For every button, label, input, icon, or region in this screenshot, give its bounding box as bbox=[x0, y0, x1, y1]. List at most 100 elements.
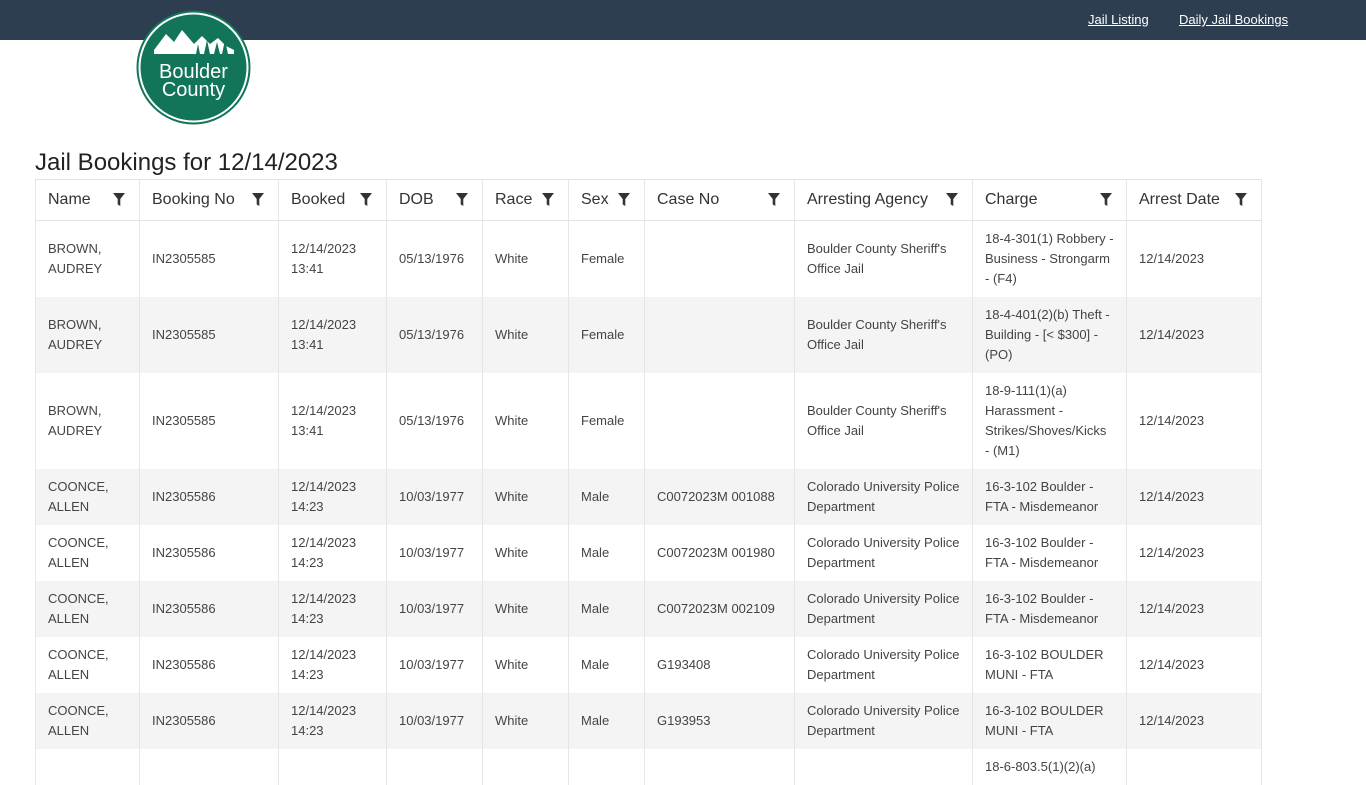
cell-arresting-agency: Boulder County Sheriff's Office Jail bbox=[794, 373, 973, 469]
column-header-charge[interactable]: Charge bbox=[972, 179, 1127, 221]
cell-booking-no bbox=[139, 749, 279, 785]
cell-booking-no: IN2305585 bbox=[139, 297, 279, 373]
cell-booked bbox=[278, 749, 387, 785]
column-header-label: Booked bbox=[291, 191, 346, 208]
cell-dob: 10/03/1977 bbox=[386, 637, 483, 693]
column-header-arrest-date[interactable]: Arrest Date bbox=[1126, 179, 1262, 221]
cell-booking-no: IN2305585 bbox=[139, 220, 279, 297]
filter-icon[interactable] bbox=[113, 193, 125, 207]
column-header-race[interactable]: Race bbox=[482, 179, 569, 221]
cell-sex bbox=[568, 749, 645, 785]
cell-booked: 12/14/2023 13:41 bbox=[278, 220, 387, 297]
cell-sex: Female bbox=[568, 220, 645, 297]
cell-dob: 10/03/1977 bbox=[386, 581, 483, 637]
cell-charge: 18-6-803.5(1)(2)(a) bbox=[972, 749, 1127, 785]
cell-race bbox=[482, 749, 569, 785]
cell-case-no bbox=[644, 220, 795, 297]
column-header-label: Race bbox=[495, 191, 533, 208]
column-header-label: Arresting Agency bbox=[807, 191, 928, 208]
column-header-booked[interactable]: Booked bbox=[278, 179, 387, 221]
column-header-label: Arrest Date bbox=[1139, 191, 1220, 208]
cell-case-no bbox=[644, 297, 795, 373]
filter-icon[interactable] bbox=[252, 193, 264, 207]
cell-race: White bbox=[482, 373, 569, 469]
column-header-label: Sex bbox=[581, 191, 609, 208]
cell-arrest-date: 12/14/2023 bbox=[1126, 637, 1262, 693]
cell-charge: 16-3-102 Boulder - FTA - Misdemeanor bbox=[972, 469, 1127, 525]
cell-case-no: C0072023M 001088 bbox=[644, 469, 795, 525]
cell-arresting-agency: Colorado University Police Department bbox=[794, 581, 973, 637]
cell-dob: 05/13/1976 bbox=[386, 220, 483, 297]
column-header-booking-no[interactable]: Booking No bbox=[139, 179, 279, 221]
cell-case-no: C0072023M 001980 bbox=[644, 525, 795, 581]
cell-name: COONCE, ALLEN bbox=[35, 637, 140, 693]
column-header-label: Charge bbox=[985, 191, 1038, 208]
cell-charge: 18-4-401(2)(b) Theft - Building - [< $30… bbox=[972, 297, 1127, 373]
column-header-label: Case No bbox=[657, 191, 720, 208]
cell-race: White bbox=[482, 469, 569, 525]
cell-sex: Male bbox=[568, 637, 645, 693]
cell-charge: 18-4-301(1) Robbery - Business - Stronga… bbox=[972, 220, 1127, 297]
cell-dob: 05/13/1976 bbox=[386, 373, 483, 469]
column-header-label: Booking No bbox=[152, 191, 235, 208]
column-header-arresting-agency[interactable]: Arresting Agency bbox=[794, 179, 973, 221]
cell-dob: 10/03/1977 bbox=[386, 469, 483, 525]
cell-charge: 16-3-102 BOULDER MUNI - FTA bbox=[972, 693, 1127, 749]
cell-name: COONCE, ALLEN bbox=[35, 693, 140, 749]
cell-arrest-date: 12/14/2023 bbox=[1126, 220, 1262, 297]
cell-booking-no: IN2305586 bbox=[139, 469, 279, 525]
table-header-row: Name Booking No Booked DOB Race Sex Case No Arr… bbox=[35, 179, 1262, 221]
cell-race: White bbox=[482, 297, 569, 373]
column-header-case-no[interactable]: Case No bbox=[644, 179, 795, 221]
cell-case-no: C0072023M 002109 bbox=[644, 581, 795, 637]
table-row: COONCE, ALLEN IN2305586 12/14/2023 14:23 10… bbox=[35, 525, 1262, 581]
cell-race: White bbox=[482, 581, 569, 637]
daily-jail-bookings-link[interactable]: Daily Jail Bookings bbox=[1179, 12, 1288, 27]
column-header-name[interactable]: Name bbox=[35, 179, 140, 221]
filter-icon[interactable] bbox=[1100, 193, 1112, 207]
cell-arresting-agency bbox=[794, 749, 973, 785]
cell-arrest-date: 12/14/2023 bbox=[1126, 297, 1262, 373]
cell-dob: 05/13/1976 bbox=[386, 297, 483, 373]
filter-icon[interactable] bbox=[542, 193, 554, 207]
jail-listing-link[interactable]: Jail Listing bbox=[1088, 12, 1149, 27]
cell-booked: 12/14/2023 14:23 bbox=[278, 525, 387, 581]
boulder-county-logo[interactable]: Boulder County bbox=[136, 10, 251, 125]
cell-race: White bbox=[482, 637, 569, 693]
cell-sex: Male bbox=[568, 469, 645, 525]
filter-icon[interactable] bbox=[360, 193, 372, 207]
cell-sex: Female bbox=[568, 297, 645, 373]
cell-booked: 12/14/2023 14:23 bbox=[278, 637, 387, 693]
cell-booking-no: IN2305586 bbox=[139, 637, 279, 693]
cell-race: White bbox=[482, 693, 569, 749]
cell-name: BROWN, AUDREY bbox=[35, 220, 140, 297]
table-row: BROWN, AUDREY IN2305585 12/14/2023 13:41 05… bbox=[35, 373, 1262, 469]
cell-arrest-date bbox=[1126, 749, 1262, 785]
filter-icon[interactable] bbox=[768, 193, 780, 207]
cell-booked: 12/14/2023 14:23 bbox=[278, 693, 387, 749]
cell-charge: 18-9-111(1)(a) Harassment - Strikes/Shov… bbox=[972, 373, 1127, 469]
cell-name: BROWN, AUDREY bbox=[35, 297, 140, 373]
column-header-dob[interactable]: DOB bbox=[386, 179, 483, 221]
cell-dob: 10/03/1977 bbox=[386, 693, 483, 749]
filter-icon[interactable] bbox=[1235, 193, 1247, 207]
filter-icon[interactable] bbox=[618, 193, 630, 207]
cell-arrest-date: 12/14/2023 bbox=[1126, 693, 1262, 749]
boulder-county-logo-icon: Boulder County bbox=[136, 10, 251, 125]
cell-arrest-date: 12/14/2023 bbox=[1126, 581, 1262, 637]
column-header-label: Name bbox=[48, 191, 91, 208]
cell-arresting-agency: Boulder County Sheriff's Office Jail bbox=[794, 297, 973, 373]
column-header-sex[interactable]: Sex bbox=[568, 179, 645, 221]
cell-sex: Male bbox=[568, 581, 645, 637]
cell-race: White bbox=[482, 525, 569, 581]
cell-booked: 12/14/2023 13:41 bbox=[278, 373, 387, 469]
cell-charge: 16-3-102 Boulder - FTA - Misdemeanor bbox=[972, 581, 1127, 637]
cell-booking-no: IN2305586 bbox=[139, 581, 279, 637]
filter-icon[interactable] bbox=[946, 193, 958, 207]
page-title: Jail Bookings for 12/14/2023 bbox=[35, 149, 338, 176]
bookings-table: Name Booking No Booked DOB Race Sex Case No Arr… bbox=[35, 179, 1262, 785]
cell-sex: Female bbox=[568, 373, 645, 469]
cell-arresting-agency: Boulder County Sheriff's Office Jail bbox=[794, 220, 973, 297]
filter-icon[interactable] bbox=[456, 193, 468, 207]
table-row: BROWN, AUDREY IN2305585 12/14/2023 13:41 05… bbox=[35, 297, 1262, 373]
